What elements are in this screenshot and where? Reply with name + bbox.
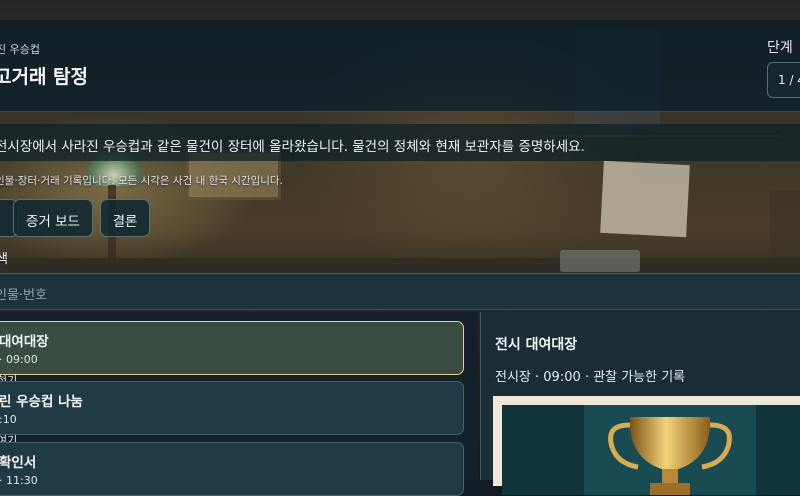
evidence-board-button[interactable]: 증거 보드 [13, 199, 93, 237]
evidence-photo[interactable] [493, 396, 800, 495]
case-subtitle: 진 우승컵 [0, 43, 40, 56]
conclusion-button[interactable]: 결론 [100, 199, 150, 237]
background-camera [560, 250, 640, 272]
record-title: 확인서 [0, 455, 37, 471]
record-list: 혀기 여기 대여대장 · 09:00 린 우승컵 나눔 :10 확인서 · 11… [0, 312, 478, 496]
case-title: 고거래 탐정 [0, 66, 89, 88]
record-meta: :10 [0, 413, 17, 426]
search-placeholder: 인물·번호 [0, 288, 47, 303]
search-label: 색 [0, 252, 8, 267]
case-header: 진 우승컵 고거래 탐정 단계 1 / 4 [0, 20, 800, 112]
case-brief: 전시장에서 사라진 우승컵과 같은 물건이 장터에 올라왔습니다. 물건의 정체… [0, 124, 800, 161]
record-detail: 전시 대여대장 전시장 · 09:00 · 관찰 가능한 기록 [480, 312, 800, 495]
background-paper [600, 160, 690, 238]
record-meta: · 09:00 [0, 353, 38, 366]
search-input[interactable]: 인물·번호 [0, 273, 800, 310]
record-title: 대여대장 [0, 334, 49, 350]
records-note: 인물·장터·거래 기록입니다. 모든 시각은 사건 내 한국 시간입니다. [0, 175, 283, 187]
list-item[interactable]: 대여대장 · 09:00 [0, 321, 464, 375]
background-desk [0, 258, 800, 274]
list-item[interactable]: 확인서 · 11:30 [0, 442, 464, 496]
stage-label: 단계 [767, 40, 793, 56]
list-item[interactable]: 린 우승컵 나눔 :10 [0, 381, 464, 435]
detail-meta: 전시장 · 09:00 · 관찰 가능한 기록 [495, 370, 686, 385]
record-meta: · 11:30 [0, 474, 38, 487]
detail-title: 전시 대여대장 [495, 337, 578, 353]
brief-text: 전시장에서 사라진 우승컵과 같은 물건이 장터에 올라왔습니다. 물건의 정체… [0, 139, 585, 155]
trophy-icon [608, 417, 732, 495]
stage-select[interactable]: 1 / 4 [767, 62, 800, 98]
record-title: 린 우승컵 나눔 [0, 394, 83, 410]
